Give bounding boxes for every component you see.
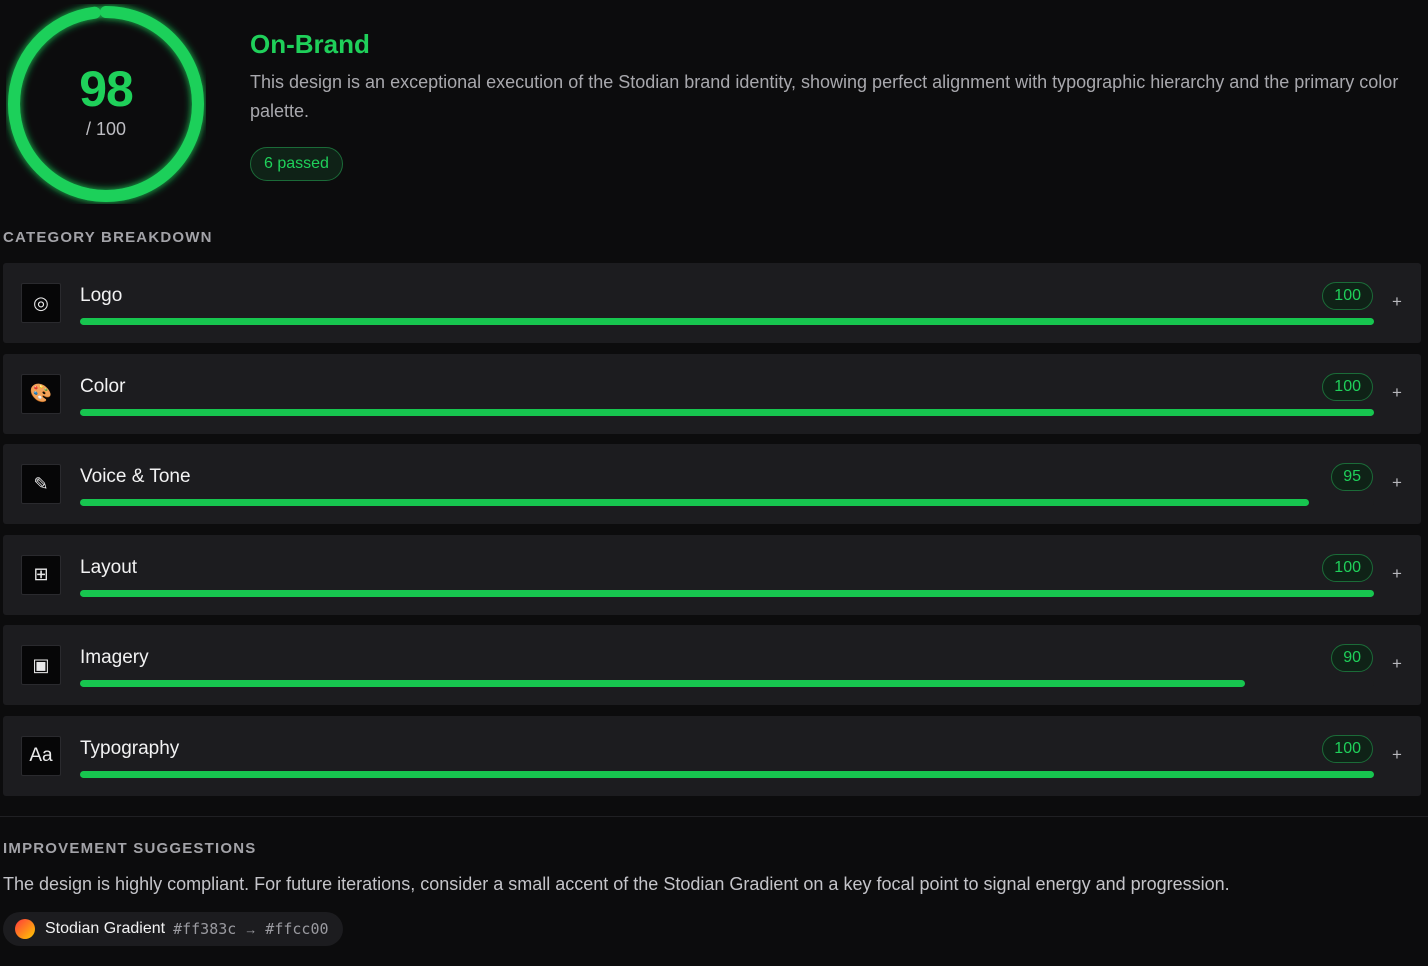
- typography-icon: Aa: [21, 735, 61, 776]
- category-list: ◎ Logo 100 + 🎨 Color 100 + ✎ Voice & Tone 95 + ⊞ Layo…: [3, 263, 1421, 806]
- category-score-badge: 100: [1322, 553, 1373, 582]
- verdict-title: On-Brand: [250, 29, 370, 59]
- expand-plus-icon[interactable]: +: [1390, 383, 1404, 403]
- category-breakdown-heading: CATEGORY BREAKDOWN: [3, 229, 213, 246]
- score-value: 98: [79, 61, 134, 117]
- gradient-to-code: #ffcc00: [265, 920, 329, 938]
- gradient-chip[interactable]: Stodian Gradient #ff383c → #ffcc00: [3, 912, 343, 946]
- suggestion-text: The design is highly compliant. For futu…: [3, 874, 1230, 894]
- category-card-voice-tone[interactable]: ✎ Voice & Tone 95 +: [3, 444, 1421, 524]
- category-score-badge: 100: [1322, 282, 1373, 310]
- passed-badge: 6 passed: [250, 147, 343, 181]
- expand-plus-icon[interactable]: +: [1390, 564, 1404, 584]
- score-max-label: / 100: [85, 119, 127, 139]
- category-card-color[interactable]: 🎨 Color 100 +: [3, 353, 1421, 434]
- category-score-badge: 95: [1331, 463, 1373, 491]
- score-ring: 98 / 100: [6, 4, 206, 204]
- arrow-right-icon: →: [244, 921, 258, 937]
- category-score-badge: 100: [1322, 372, 1373, 401]
- category-name: Typography: [80, 737, 180, 759]
- category-progress-fill: [80, 408, 1374, 416]
- category-score-badge: 100: [1322, 734, 1373, 763]
- category-card-typography[interactable]: Aa Typography 100 +: [3, 715, 1421, 796]
- category-name: Imagery: [80, 647, 149, 668]
- category-name: Voice & Tone: [80, 466, 191, 487]
- expand-plus-icon[interactable]: +: [1390, 292, 1404, 312]
- expand-plus-icon[interactable]: +: [1390, 654, 1404, 674]
- gradient-from-code: #ff383c: [173, 920, 237, 938]
- brand-audit-page: 98 / 100 On-Brand This design is an exce…: [0, 0, 1428, 966]
- summary-text: This design is an exceptional execution …: [250, 72, 1399, 121]
- category-progress-fill: [80, 318, 1374, 325]
- category-name: Color: [80, 375, 126, 397]
- pencil-icon: ✎: [21, 464, 61, 504]
- category-progress-track: [80, 499, 1374, 506]
- category-card-imagery[interactable]: ▣ Imagery 90 +: [3, 625, 1421, 705]
- image-icon: ▣: [21, 645, 61, 685]
- improvement-suggestions-heading: IMPROVEMENT SUGGESTIONS: [3, 840, 257, 857]
- gradient-name: Stodian Gradient: [45, 920, 166, 937]
- gradient-swatch: [15, 919, 35, 939]
- category-progress-fill: [80, 499, 1310, 506]
- category-progress-fill: [80, 680, 1245, 687]
- section-divider: [0, 816, 1428, 817]
- grid-icon: ⊞: [21, 554, 61, 595]
- category-progress-track: [80, 408, 1374, 416]
- expand-plus-icon[interactable]: +: [1390, 745, 1404, 765]
- category-progress-fill: [80, 589, 1374, 597]
- expand-plus-icon[interactable]: +: [1390, 473, 1404, 493]
- category-score-badge: 90: [1331, 644, 1373, 672]
- category-progress-fill: [80, 770, 1374, 778]
- category-card-layout[interactable]: ⊞ Layout 100 +: [3, 534, 1421, 615]
- palette-icon: 🎨: [21, 373, 61, 414]
- category-name: Layout: [80, 556, 138, 578]
- category-card-logo[interactable]: ◎ Logo 100 +: [3, 263, 1421, 343]
- category-name: Logo: [80, 285, 123, 306]
- category-progress-track: [80, 770, 1374, 778]
- category-progress-track: [80, 318, 1374, 325]
- category-progress-track: [80, 680, 1374, 687]
- target-icon: ◎: [21, 283, 61, 323]
- category-progress-track: [80, 589, 1374, 597]
